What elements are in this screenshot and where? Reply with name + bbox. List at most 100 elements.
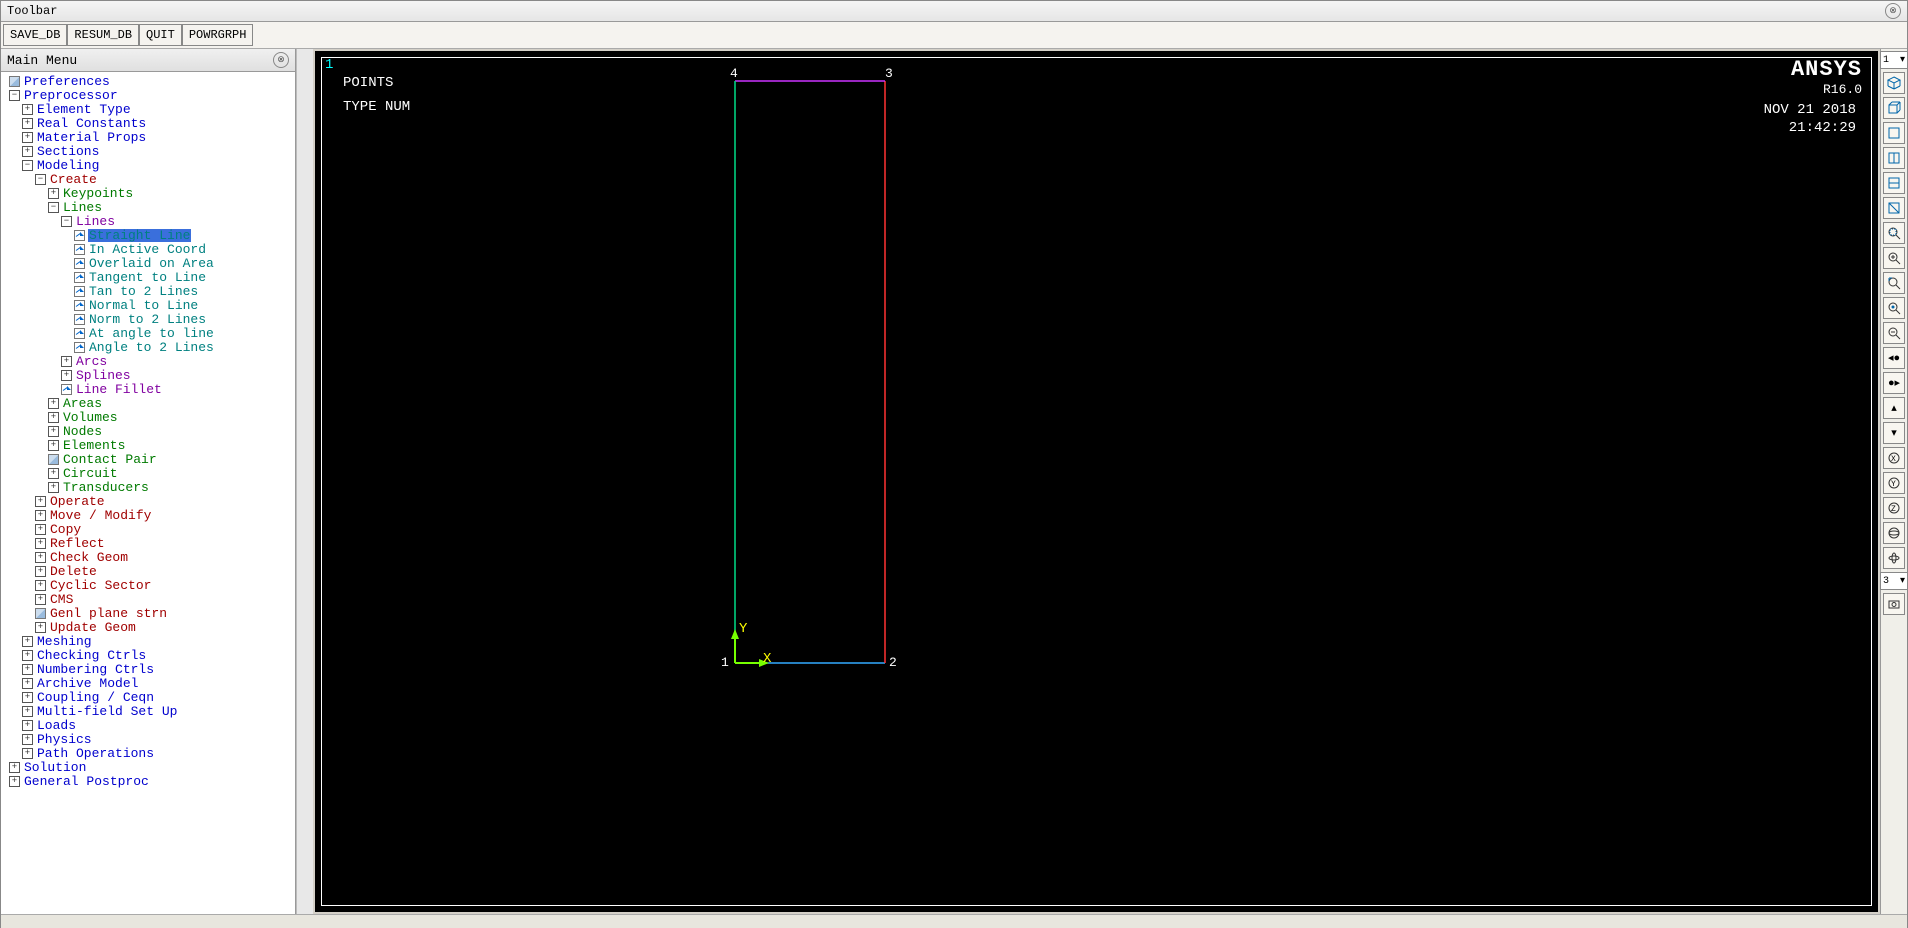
action-icon[interactable] (74, 328, 85, 339)
rotate-y-icon[interactable]: Y (1883, 472, 1905, 494)
tree-item[interactable]: +Archive Model (1, 676, 295, 690)
pan-left-icon[interactable]: ◂● (1883, 347, 1905, 369)
expand-icon[interactable]: + (35, 566, 46, 577)
expand-icon[interactable]: + (35, 552, 46, 563)
tree-item[interactable]: +CMS (1, 592, 295, 606)
tree-item[interactable]: Tan to 2 Lines (1, 284, 295, 298)
expand-icon[interactable]: + (22, 146, 33, 157)
expand-icon[interactable]: + (35, 538, 46, 549)
expand-icon[interactable]: + (22, 104, 33, 115)
tree-item[interactable]: +Loads (1, 718, 295, 732)
tree-item[interactable]: +Physics (1, 732, 295, 746)
tree-item[interactable]: +Elements (1, 438, 295, 452)
expand-icon[interactable]: + (61, 370, 72, 381)
tree-item[interactable]: +Update Geom (1, 620, 295, 634)
window-layout-select[interactable]: 1▾ (1880, 51, 1908, 69)
expand-icon[interactable]: + (35, 510, 46, 521)
pan-up-icon[interactable]: ▴ (1883, 397, 1905, 419)
page-icon[interactable] (35, 608, 46, 619)
tree-item[interactable]: Normal to Line (1, 298, 295, 312)
quit-button[interactable]: QUIT (139, 24, 182, 46)
collapse-icon[interactable]: − (48, 202, 59, 213)
collapse-icon[interactable]: − (35, 174, 46, 185)
tree-item[interactable]: +Reflect (1, 536, 295, 550)
rotate-free-icon[interactable] (1883, 522, 1905, 544)
zoom-in-icon[interactable] (1883, 247, 1905, 269)
tree-item[interactable]: +Material Props (1, 130, 295, 144)
tree-item[interactable]: Angle to 2 Lines (1, 340, 295, 354)
expand-icon[interactable]: + (48, 482, 59, 493)
expand-icon[interactable]: + (48, 426, 59, 437)
action-icon[interactable] (74, 230, 85, 241)
tree-item[interactable]: −Modeling (1, 158, 295, 172)
back-view-icon[interactable] (1883, 197, 1905, 219)
expand-icon[interactable]: + (9, 762, 20, 773)
expand-icon[interactable]: + (9, 776, 20, 787)
tree-item[interactable]: +Coupling / Ceqn (1, 690, 295, 704)
tree-item[interactable]: Genl plane strn (1, 606, 295, 620)
expand-icon[interactable]: + (48, 440, 59, 451)
collapse-icon[interactable]: − (9, 90, 20, 101)
rate-select[interactable]: 3▾ (1880, 572, 1908, 590)
tree-item[interactable]: Preferences (1, 74, 295, 88)
tree-item[interactable]: +Nodes (1, 424, 295, 438)
iso-view-icon[interactable] (1883, 72, 1905, 94)
tree-item[interactable]: −Lines (1, 214, 295, 228)
front-view-icon[interactable] (1883, 122, 1905, 144)
expand-icon[interactable]: + (22, 692, 33, 703)
action-icon[interactable] (74, 286, 85, 297)
zoom-out-icon[interactable] (1883, 322, 1905, 344)
save-db-button[interactable]: SAVE_DB (3, 24, 67, 46)
expand-icon[interactable]: + (35, 496, 46, 507)
tree-item[interactable]: At angle to line (1, 326, 295, 340)
expand-icon[interactable]: + (22, 706, 33, 717)
action-icon[interactable] (61, 384, 72, 395)
tree-item[interactable]: −Create (1, 172, 295, 186)
tree-item[interactable]: Straight Line (1, 228, 295, 242)
expand-icon[interactable]: + (48, 398, 59, 409)
page-icon[interactable] (9, 76, 20, 87)
rotate-x-icon[interactable]: X (1883, 447, 1905, 469)
right-view-icon[interactable] (1883, 147, 1905, 169)
expand-icon[interactable]: + (22, 636, 33, 647)
expand-icon[interactable]: + (35, 524, 46, 535)
action-icon[interactable] (74, 300, 85, 311)
expand-icon[interactable]: + (22, 748, 33, 759)
expand-icon[interactable]: + (22, 132, 33, 143)
tree-item[interactable]: +Sections (1, 144, 295, 158)
action-icon[interactable] (74, 244, 85, 255)
tree-item[interactable]: +Volumes (1, 410, 295, 424)
tree-item[interactable]: +Real Constants (1, 116, 295, 130)
page-icon[interactable] (48, 454, 59, 465)
expand-icon[interactable]: + (48, 412, 59, 423)
tree-item[interactable]: +Areas (1, 396, 295, 410)
graphics-window[interactable]: 1 POINTS TYPE NUM ANSYS R16.0 NOV 21 201… (315, 51, 1878, 912)
tree-item[interactable]: +Solution (1, 760, 295, 774)
tree-item[interactable]: +Copy (1, 522, 295, 536)
expand-icon[interactable]: + (22, 650, 33, 661)
collapse-icon[interactable]: − (61, 216, 72, 227)
powrgrph-button[interactable]: POWRGRPH (182, 24, 254, 46)
expand-icon[interactable]: + (35, 594, 46, 605)
tree-item[interactable]: +Element Type (1, 102, 295, 116)
zoom-box-icon[interactable] (1883, 272, 1905, 294)
tree-item[interactable]: +Cyclic Sector (1, 578, 295, 592)
oblique-view-icon[interactable] (1883, 97, 1905, 119)
expand-icon[interactable]: + (35, 622, 46, 633)
expand-icon[interactable]: + (22, 720, 33, 731)
expand-icon[interactable]: + (35, 580, 46, 591)
tree-item[interactable]: +Checking Ctrls (1, 648, 295, 662)
tree-item[interactable]: +Numbering Ctrls (1, 662, 295, 676)
expand-icon[interactable]: + (61, 356, 72, 367)
expand-icon[interactable]: + (22, 734, 33, 745)
tree-item[interactable]: +Transducers (1, 480, 295, 494)
tree-item[interactable]: Contact Pair (1, 452, 295, 466)
tree-item[interactable]: +Keypoints (1, 186, 295, 200)
menu-tree[interactable]: Preferences−Preprocessor+Element Type+Re… (1, 72, 295, 914)
tree-item[interactable]: +Check Geom (1, 550, 295, 564)
tree-item[interactable]: Tangent to Line (1, 270, 295, 284)
dynamic-rotate-icon[interactable] (1883, 547, 1905, 569)
collapse-icon[interactable]: − (22, 160, 33, 171)
expand-icon[interactable]: + (22, 118, 33, 129)
tree-item[interactable]: Overlaid on Area (1, 256, 295, 270)
